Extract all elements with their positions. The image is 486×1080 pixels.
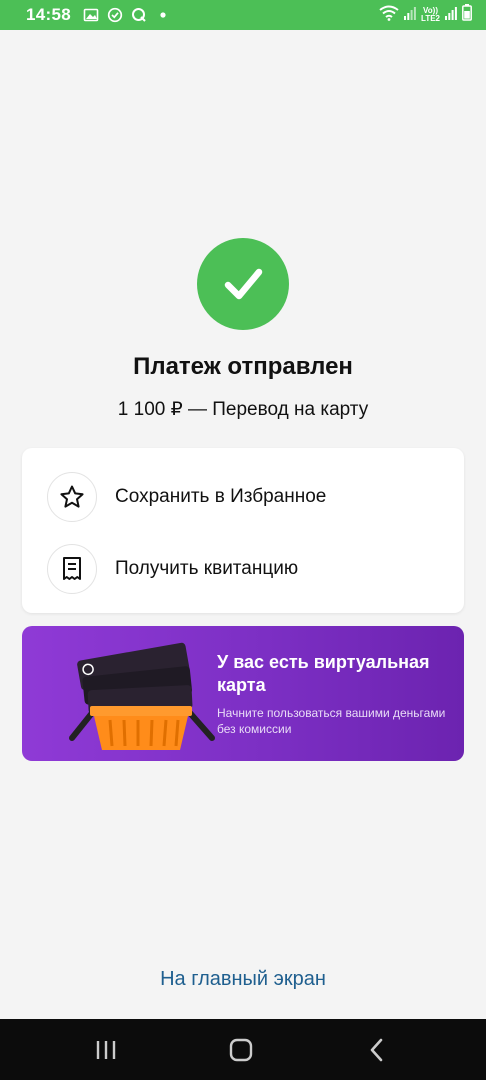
recent-apps-icon [96, 1040, 116, 1059]
get-receipt-label: Получить квитанцию [115, 558, 299, 579]
signal-icon [445, 5, 457, 26]
home-icon [229, 1038, 253, 1061]
success-badge [197, 238, 289, 330]
recent-apps-button[interactable] [66, 1019, 146, 1080]
star-icon [47, 472, 97, 522]
promo-description: Начните пользоваться вашими деньгами без… [217, 706, 446, 736]
go-to-home-link[interactable]: На главный экран [0, 968, 486, 991]
virtual-card-promo-banner[interactable]: У вас есть виртуальная карта Начните пол… [22, 626, 464, 761]
gallery-icon [83, 7, 99, 23]
wifi-icon [379, 5, 399, 26]
back-button[interactable] [337, 1019, 417, 1080]
payment-summary: 1 100 ₽ — Перевод на карту [117, 399, 369, 420]
checkmark-icon [224, 268, 263, 300]
signal-icon [404, 5, 416, 26]
save-to-favorites-button[interactable]: Сохранить в Избранное [22, 462, 464, 532]
network-type-bottom: LTE2 [421, 14, 440, 23]
status-right: Vo)) LTE2 [379, 4, 472, 26]
check-circle-icon [107, 7, 123, 23]
qiwi-icon [131, 7, 147, 23]
status-left: 14:58 [26, 5, 171, 25]
payment-status-title: Платеж отправлен [133, 353, 353, 380]
save-to-favorites-label: Сохранить в Избранное [115, 486, 327, 507]
actions-card: Сохранить в Избранное Получить квитанцию [22, 448, 464, 613]
dot-icon [155, 7, 171, 23]
get-receipt-button[interactable]: Получить квитанцию [22, 534, 464, 604]
system-navigation-bar [0, 1019, 486, 1080]
home-button[interactable] [201, 1019, 281, 1080]
lte-indicator: Vo)) LTE2 [421, 7, 440, 23]
status-time: 14:58 [26, 5, 71, 24]
back-icon [370, 1038, 383, 1061]
promo-title: У вас есть виртуальная карта [217, 652, 430, 695]
status-bar: 14:58 Vo)) LTE2 [0, 0, 486, 30]
battery-icon [462, 4, 472, 26]
receipt-icon [47, 544, 97, 594]
cards-in-basket-illustration [69, 642, 215, 750]
